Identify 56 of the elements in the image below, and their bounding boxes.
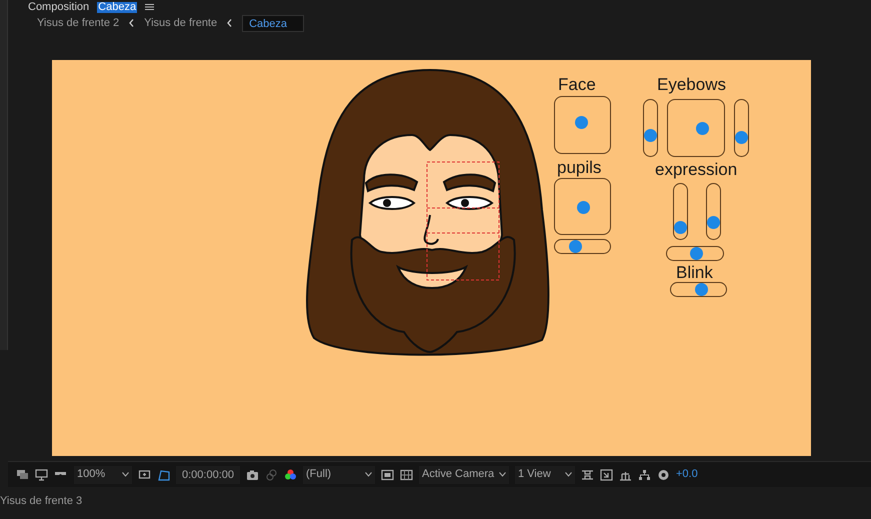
slider-handle[interactable] [706,216,720,230]
exposure-value[interactable]: +0.0 [676,466,698,483]
slider-track[interactable] [643,99,658,157]
monitor-icon[interactable] [35,468,48,480]
zoom-dropdown[interactable]: 100% [74,466,132,484]
control-label: expression [655,161,738,178]
camera-icon[interactable] [246,468,259,480]
composition-name: Cabeza [97,2,138,12]
slider-track[interactable] [666,246,724,261]
caret-icon [499,472,506,477]
caret-icon [122,472,129,477]
slider-handle[interactable] [674,221,686,234]
layers-icon[interactable] [16,468,29,480]
control-label: pupils [557,159,602,176]
slider-track[interactable] [554,239,611,254]
timecode-field[interactable]: 0:00:00:00 [176,466,240,484]
control-label: Eyebows [657,76,726,93]
chevron-left-icon [129,19,134,27]
pad-handle[interactable] [696,122,709,135]
safe-area-icon[interactable] [381,468,394,480]
pad-handle[interactable] [574,116,588,130]
resolution-dropdown[interactable]: (Full) [303,466,375,484]
region-icon[interactable] [138,468,151,480]
pad-handle[interactable] [576,200,590,214]
breadcrumb[interactable]: Cabeza [242,14,304,32]
fit-icon[interactable] [581,468,594,480]
aperture-icon[interactable] [657,468,670,480]
breadcrumb[interactable]: Yisus de frente 2 [37,14,120,32]
caret-icon [365,472,372,477]
control-pad[interactable] [554,96,611,154]
control-pad[interactable] [554,178,611,235]
slider-handle[interactable] [569,240,582,252]
render-preview-icon[interactable] [600,468,613,480]
flowchart-icon[interactable] [638,468,651,480]
camera-view-dropdown[interactable]: Active Camera [419,466,509,484]
grid-icon[interactable] [400,468,413,480]
slider-track[interactable] [734,99,749,157]
link-icon[interactable] [265,468,278,480]
slider-handle[interactable] [694,282,708,296]
slider-handle[interactable] [734,130,748,144]
control-label: Blink [676,264,713,281]
slider-track[interactable] [673,183,688,240]
slider-track[interactable] [670,282,727,297]
menu-icon[interactable] [145,4,154,10]
slider-handle[interactable] [644,128,656,142]
control-pad[interactable] [667,99,725,157]
panel-title: Composition [28,2,90,12]
slider-track[interactable] [706,183,721,240]
view-layout-dropdown[interactable]: 1 View [515,466,575,484]
chevron-left-icon [227,19,232,27]
status-text: Yisus de frente 3 [0,494,82,509]
caret-icon [565,472,572,477]
control-label: Face [558,76,596,93]
breadcrumb[interactable]: Yisus de frente [144,14,218,32]
color-channels-icon[interactable] [284,468,297,480]
slider-handle[interactable] [690,246,704,260]
